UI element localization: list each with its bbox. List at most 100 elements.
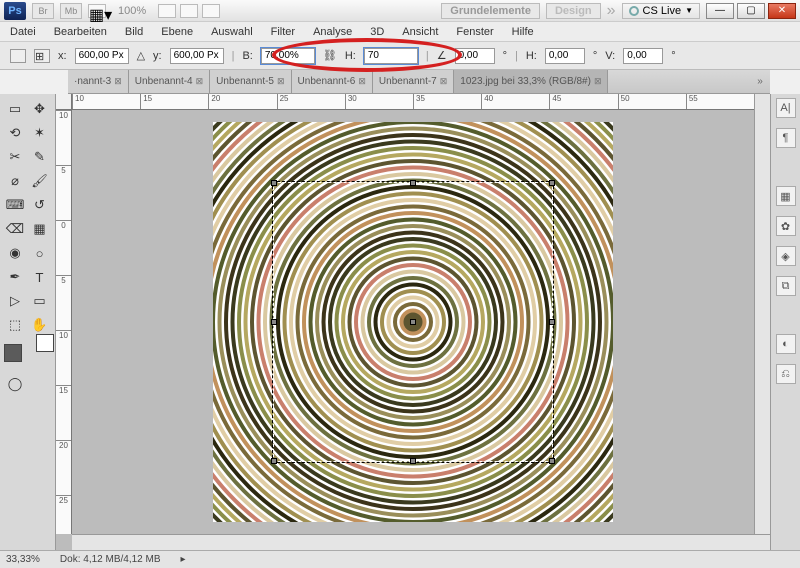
workspace-design-button[interactable]: Design — [546, 3, 601, 19]
move-tool[interactable]: ✥ — [29, 98, 51, 120]
tab-unbenannt-6[interactable]: Unbenannt-6⊠ — [292, 70, 373, 93]
status-arrow-icon[interactable]: ▸ — [181, 554, 186, 565]
photoshop-logo: Ps — [4, 2, 26, 20]
bridge-button[interactable]: Br — [32, 3, 54, 19]
maximize-button[interactable]: ▢ — [737, 3, 765, 19]
cslive-button[interactable]: CS Live▼ — [622, 3, 700, 19]
close-icon[interactable]: ⊠ — [196, 76, 204, 87]
delta-icon[interactable]: △ — [137, 49, 145, 62]
crop-tool[interactable]: ✂ — [4, 146, 26, 168]
close-icon[interactable]: ⊠ — [114, 76, 122, 87]
close-icon[interactable]: ⊠ — [358, 76, 366, 87]
lasso-tool[interactable]: ⟲ — [4, 122, 26, 144]
blur-tool[interactable]: ◉ — [4, 242, 26, 264]
more-workspaces-icon[interactable]: » — [607, 2, 616, 20]
gradient-tool[interactable]: ▦ — [29, 218, 51, 240]
eyedropper-tool[interactable]: ✎ — [29, 146, 51, 168]
styles-panel-icon[interactable]: ◈ — [776, 246, 796, 266]
transform-tool-icon[interactable] — [10, 49, 26, 63]
handle-sw[interactable] — [271, 458, 277, 464]
document-canvas[interactable]: // rings generated below — [213, 122, 613, 522]
viewmode3-icon[interactable] — [202, 4, 220, 18]
vertical-scrollbar[interactable] — [754, 94, 770, 534]
history-panel-icon[interactable]: ⎌ — [776, 364, 796, 384]
menu-filter[interactable]: Filter — [271, 26, 295, 38]
viewmode2-icon[interactable] — [180, 4, 198, 18]
shape-tool[interactable]: ▭ — [29, 290, 51, 312]
type-tool[interactable]: T — [29, 266, 51, 288]
menu-hilfe[interactable]: Hilfe — [512, 26, 534, 38]
vertical-ruler[interactable]: 1050510152025 — [56, 110, 72, 534]
close-icon[interactable]: ⊠ — [277, 76, 285, 87]
angle-field[interactable] — [455, 48, 495, 64]
pen-tool[interactable]: ✒ — [4, 266, 26, 288]
viewmode1-icon[interactable] — [158, 4, 176, 18]
eraser-tool[interactable]: ⌫ — [4, 218, 26, 240]
height-scale-field[interactable] — [364, 48, 418, 64]
quickmask-toggle[interactable]: ◯ — [4, 373, 26, 395]
tab-unbenannt-7[interactable]: Unbenannt-7⊠ — [373, 70, 454, 93]
history-brush-tool[interactable]: ↺ — [29, 194, 51, 216]
clone-panel-icon[interactable]: ⧉ — [776, 276, 796, 296]
tab-1023-jpg[interactable]: 1023.jpg bei 33,3% (RGB/8#)⊠ — [454, 70, 608, 93]
brush-tool[interactable]: 🖌 — [29, 170, 51, 192]
menu-bild[interactable]: Bild — [125, 26, 143, 38]
handle-e[interactable] — [549, 319, 555, 325]
close-icon[interactable]: ⊠ — [440, 76, 448, 87]
y-position-field[interactable] — [170, 48, 224, 64]
tab-unbenannt-5[interactable]: Unbenannt-5⊠ — [210, 70, 291, 93]
minibridge-button[interactable]: Mb — [60, 3, 82, 19]
handle-nw[interactable] — [271, 180, 277, 186]
clone-tool[interactable]: ⌨ — [4, 194, 26, 216]
hand-tool[interactable]: ✋ — [29, 314, 51, 336]
horizontal-ruler[interactable]: 10152025303540455055 — [72, 94, 754, 110]
horizontal-scrollbar[interactable] — [72, 534, 770, 550]
healing-tool[interactable]: ⌀ — [4, 170, 26, 192]
menu-3d[interactable]: 3D — [370, 26, 384, 38]
handle-center[interactable] — [410, 319, 416, 325]
tab-overflow-icon[interactable]: » — [750, 70, 770, 93]
para-panel-icon[interactable]: ¶ — [776, 128, 796, 148]
minimize-button[interactable]: — — [706, 3, 734, 19]
handle-n[interactable] — [410, 180, 416, 186]
ruler-origin[interactable] — [56, 94, 72, 110]
skew-h-field[interactable] — [545, 48, 585, 64]
menu-bearbeiten[interactable]: Bearbeiten — [54, 26, 107, 38]
swatches-panel-icon[interactable]: ▦ — [776, 186, 796, 206]
background-color[interactable] — [36, 334, 54, 352]
handle-ne[interactable] — [549, 180, 555, 186]
menu-ansicht[interactable]: Ansicht — [402, 26, 438, 38]
menu-fenster[interactable]: Fenster — [456, 26, 493, 38]
width-scale-field[interactable] — [261, 48, 315, 64]
foreground-color[interactable] — [4, 344, 22, 362]
transform-selection[interactable] — [273, 182, 553, 462]
reference-point-icon[interactable]: ⊞ — [34, 49, 50, 63]
nav-panel-icon[interactable]: ◐ — [776, 334, 796, 354]
screen-mode-icon[interactable]: ▦▾ — [88, 4, 106, 18]
workspace-essentials-button[interactable]: Grundelemente — [441, 3, 540, 19]
handle-s[interactable] — [410, 458, 416, 464]
close-icon[interactable]: ⊠ — [594, 76, 602, 87]
handle-w[interactable] — [271, 319, 277, 325]
status-doc-info[interactable]: Dok: 4,12 MB/4,12 MB — [60, 554, 161, 565]
status-zoom[interactable]: 33,33% — [6, 554, 40, 565]
close-button[interactable]: ✕ — [768, 3, 796, 19]
marquee-tool[interactable]: ▭ — [4, 98, 26, 120]
skew-v-field[interactable] — [623, 48, 663, 64]
char-panel-icon[interactable]: A| — [776, 98, 796, 118]
link-icon[interactable]: ⛓ — [323, 49, 337, 62]
tab-unbenannt-3[interactable]: ·nannt-3⊠ — [68, 70, 129, 93]
zoom-level[interactable]: 100% — [118, 5, 146, 17]
dodge-tool[interactable]: ○ — [29, 242, 51, 264]
path-select-tool[interactable]: ▷ — [4, 290, 26, 312]
brushes-panel-icon[interactable]: ✿ — [776, 216, 796, 236]
x-position-field[interactable] — [75, 48, 129, 64]
menu-analyse[interactable]: Analyse — [313, 26, 352, 38]
menu-auswahl[interactable]: Auswahl — [211, 26, 253, 38]
menu-ebene[interactable]: Ebene — [161, 26, 193, 38]
handle-se[interactable] — [549, 458, 555, 464]
menu-datei[interactable]: Datei — [10, 26, 36, 38]
3d-tool[interactable]: ⬚ — [4, 314, 26, 336]
tab-unbenannt-4[interactable]: Unbenannt-4⊠ — [129, 70, 210, 93]
wand-tool[interactable]: ✶ — [29, 122, 51, 144]
